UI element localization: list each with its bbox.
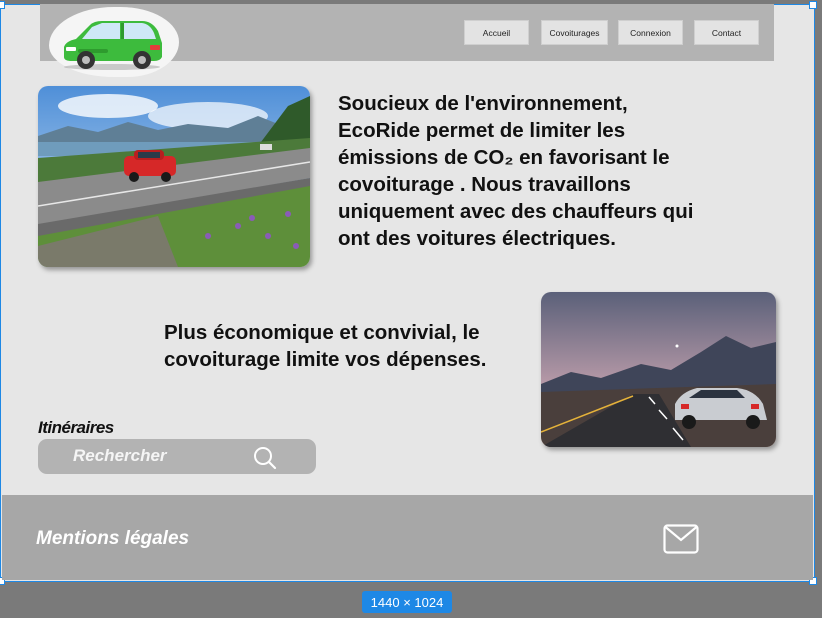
hero-text: Soucieux de l'environnement, EcoRide per…: [338, 92, 694, 250]
search-icon[interactable]: [252, 445, 278, 471]
nav-accueil-button[interactable]: Accueil: [464, 20, 529, 45]
nav-covoiturages-button[interactable]: Covoiturages: [541, 20, 608, 45]
resize-handle-top-right[interactable]: [809, 1, 817, 9]
mail-icon[interactable]: [663, 524, 699, 554]
search-placeholder: Rechercher: [73, 446, 167, 465]
itineraries-title: Itinéraires: [38, 418, 114, 437]
nav-connexion-button[interactable]: Connexion: [618, 20, 683, 45]
resize-handle-top-left[interactable]: [0, 1, 5, 9]
desert-road-photo: [541, 292, 776, 447]
canvas-size-badge: 1440 × 1024: [362, 591, 452, 613]
economy-text: Plus économique et convivial, le covoitu…: [164, 321, 487, 371]
car-logo-icon[interactable]: [60, 17, 166, 71]
search-input[interactable]: Rechercher: [38, 439, 316, 474]
highway-photo: [38, 86, 310, 267]
footer: Mentions légales: [2, 495, 813, 580]
nav-contact-button[interactable]: Contact: [694, 20, 759, 45]
legal-mentions-link[interactable]: Mentions légales: [36, 528, 189, 550]
